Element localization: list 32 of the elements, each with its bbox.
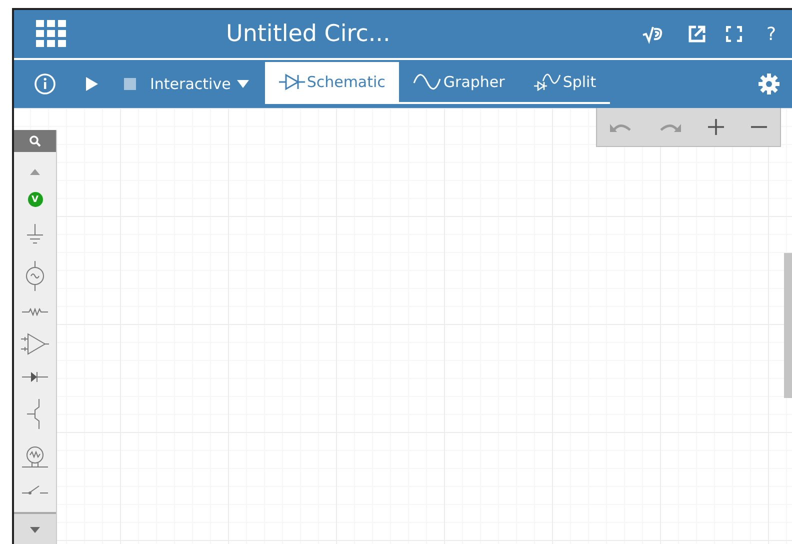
- info-icon[interactable]: [34, 73, 56, 95]
- diode-icon[interactable]: [22, 372, 48, 382]
- apps-menu-icon[interactable]: [36, 20, 66, 48]
- switch-icon[interactable]: [22, 485, 48, 495]
- ground-icon[interactable]: [26, 224, 44, 244]
- share-icon[interactable]: [688, 25, 706, 43]
- op-amp-icon[interactable]: [21, 333, 49, 355]
- diode-wave-icon: [532, 73, 561, 91]
- scroll-up-icon[interactable]: [30, 169, 40, 175]
- play-icon[interactable]: [86, 77, 98, 91]
- palette-search[interactable]: [14, 130, 56, 152]
- resistor-icon[interactable]: [22, 308, 48, 316]
- sine-wave-icon: [413, 73, 442, 91]
- grid-canvas[interactable]: V: [14, 108, 792, 544]
- scroll-down-icon[interactable]: [30, 527, 40, 533]
- view-tab[interactable]: Split: [518, 62, 610, 102]
- ac-source-icon[interactable]: [25, 261, 45, 291]
- probe-label: V: [32, 194, 38, 204]
- help-button[interactable]: ?: [762, 24, 780, 44]
- caret-icon: [236, 80, 249, 88]
- view-tab[interactable]: Grapher: [399, 62, 519, 102]
- circuit-title: Untitled Circ...: [226, 21, 392, 47]
- lamp-icon[interactable]: [22, 446, 48, 468]
- search-icon: [29, 135, 41, 147]
- fullscreen-icon[interactable]: [726, 26, 742, 42]
- voltage-probe[interactable]: V: [28, 192, 42, 207]
- view-tab[interactable]: Schematic: [264, 62, 400, 102]
- zoom-in-icon[interactable]: [708, 119, 724, 135]
- scrollbar-thumb[interactable]: [784, 253, 792, 398]
- mode-dropdown[interactable]: Interactive: [144, 74, 255, 94]
- diode-icon: [278, 73, 305, 91]
- settings-icon[interactable]: [758, 73, 780, 95]
